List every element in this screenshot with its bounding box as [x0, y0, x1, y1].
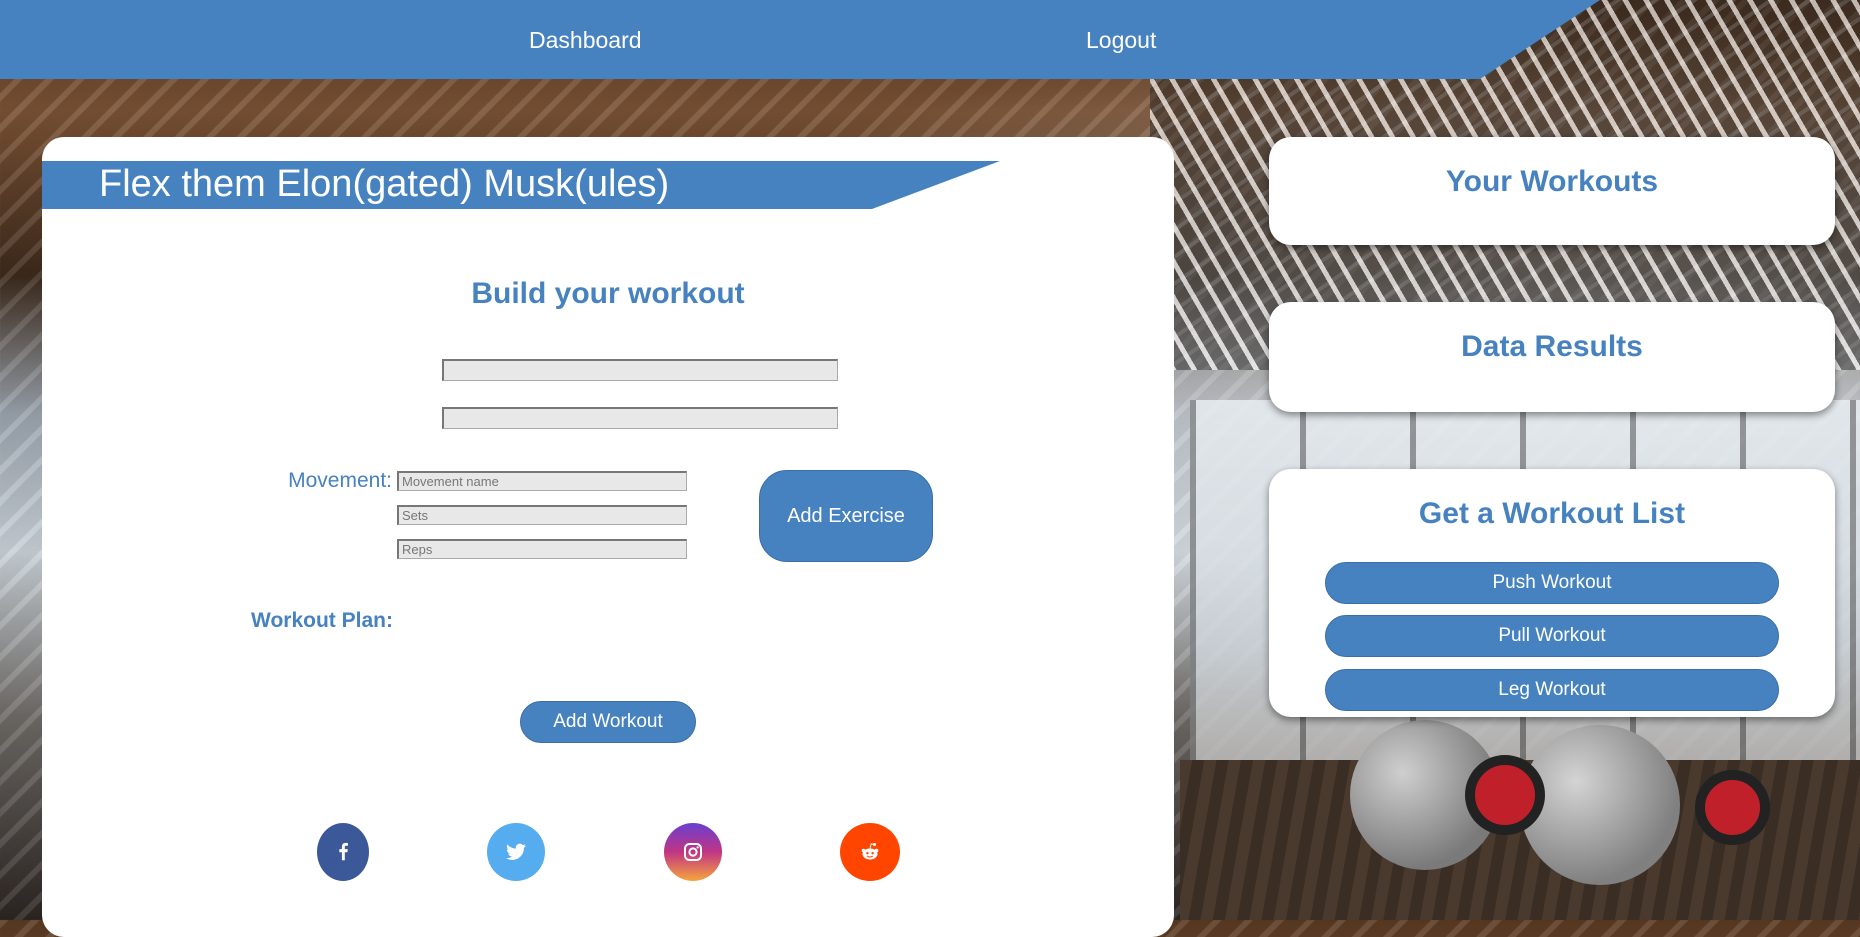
your-workouts-heading: Your Workouts	[1445, 165, 1659, 198]
sets-input[interactable]	[397, 505, 687, 525]
nav-dashboard-link[interactable]: Dashboard	[529, 27, 642, 54]
your-workouts-card[interactable]: Your Workouts	[1269, 137, 1835, 245]
nav-logout-link[interactable]: Logout	[1086, 27, 1156, 54]
reddit-icon[interactable]	[840, 823, 900, 881]
background-bike-wheel	[1465, 755, 1545, 835]
page-title: Flex them Elon(gated) Musk(ules)	[99, 163, 670, 205]
build-workout-card: Flex them Elon(gated) Musk(ules) Build y…	[42, 137, 1174, 937]
data-results-card[interactable]: Data Results	[1269, 302, 1835, 412]
movement-name-input[interactable]	[397, 471, 687, 491]
facebook-icon[interactable]	[317, 823, 369, 881]
data-results-heading: Data Results	[1461, 330, 1643, 363]
background-bike-wheel	[1695, 770, 1770, 845]
add-workout-button[interactable]: Add Workout	[520, 701, 696, 743]
leg-workout-button[interactable]: Leg Workout	[1325, 669, 1779, 711]
workout-list-card: Get a Workout List Push Workout Pull Wor…	[1269, 469, 1835, 717]
reps-input[interactable]	[397, 539, 687, 559]
workout-plan-label: Workout Plan:	[251, 609, 393, 632]
description-field[interactable]	[442, 407, 838, 429]
instagram-icon[interactable]	[664, 823, 722, 881]
name-field[interactable]	[442, 359, 838, 381]
workout-list-heading: Get a Workout List	[1418, 497, 1686, 530]
push-workout-button[interactable]: Push Workout	[1325, 562, 1779, 604]
movement-label: Movement:	[288, 469, 392, 492]
twitter-icon[interactable]	[487, 823, 545, 881]
background-exercise-ball	[1520, 725, 1680, 885]
pull-workout-button[interactable]: Pull Workout	[1325, 615, 1779, 657]
build-workout-heading: Build your workout	[471, 277, 745, 310]
add-exercise-button[interactable]: Add Exercise	[759, 470, 933, 562]
top-nav-bar: Dashboard Logout	[0, 0, 1600, 79]
